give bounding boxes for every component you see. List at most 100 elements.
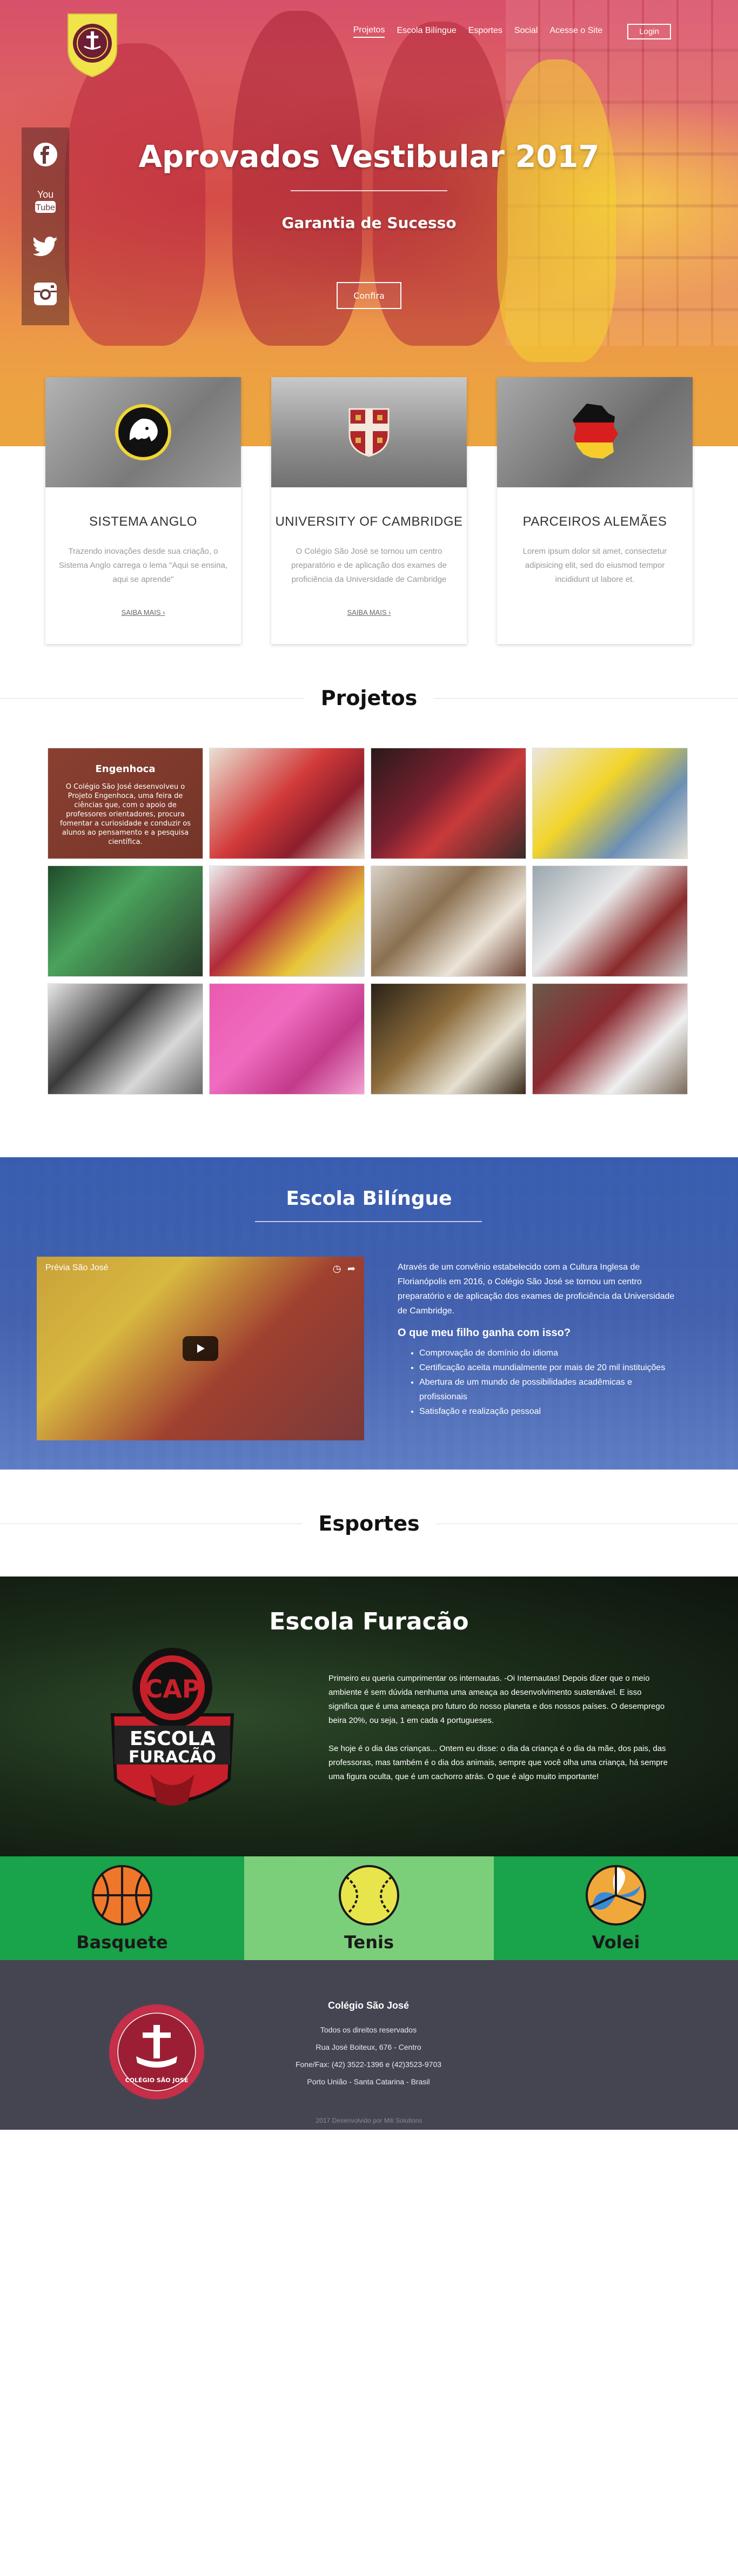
hero-subtitle: Garantia de Sucesso: [281, 214, 457, 232]
project-title: Engenhoca: [95, 763, 156, 775]
youtube-icon[interactable]: You Tube: [31, 186, 59, 216]
footer-school-name: Colégio São José: [327, 2000, 410, 2011]
list-item: Comprovação de domínio do idioma: [419, 1346, 679, 1360]
clock-icon[interactable]: ◷: [333, 1263, 341, 1274]
list-item: Certificação aceita mundialmente por mai…: [419, 1360, 679, 1375]
esportes-heading: Esportes: [0, 1507, 738, 1540]
project-tile[interactable]: [209, 866, 365, 977]
project-tile[interactable]: [209, 748, 365, 859]
sport-name: Volei: [592, 1932, 640, 1953]
cambridge-shield-icon: [348, 408, 390, 457]
card-sistema-anglo: SISTEMA ANGLO Trazendo inovações desde s…: [45, 377, 241, 644]
nav-item-esportes[interactable]: Esportes: [468, 26, 502, 37]
project-tile[interactable]: [209, 983, 365, 1095]
section-title: Escola Bilíngue: [286, 1188, 452, 1210]
sport-volei[interactable]: Volei: [494, 1856, 738, 1960]
bilingue-text: Através de um convênio estabelecido com …: [398, 1260, 679, 1419]
escola-furacao-section: Escola Furacão CAP ESCOLA FURACÃO Primei…: [0, 1577, 738, 1856]
card-image: [271, 377, 467, 487]
saiba-mais-link[interactable]: SAIBA MAIS ›: [122, 608, 165, 616]
nav-item-acesse-o-site[interactable]: Acesse o Site: [549, 26, 602, 37]
footer-city: Porto União - Santa Catarina - Brasil: [307, 2077, 430, 2086]
instagram-icon[interactable]: [31, 279, 59, 309]
sport-name: Tenis: [344, 1932, 394, 1953]
card-text: O Colégio São José se tornou um centro p…: [291, 547, 447, 584]
footer-logo-icon[interactable]: COLÉGIO SÃO JOSÉ: [108, 2003, 205, 2101]
card-parceiros-alemaes: PARCEIROS ALEMÃES Lorem ipsum dolor sit …: [497, 377, 693, 644]
furacao-badge-icon: CAP ESCOLA FURACÃO: [110, 1648, 234, 1806]
projetos-heading: Projetos: [0, 682, 738, 714]
project-tile[interactable]: [371, 748, 526, 859]
list-item: Satisfação e realização pessoal: [419, 1404, 679, 1419]
project-tile-engenhoca[interactable]: Engenhoca O Colégio São José desenvolveu…: [48, 748, 203, 859]
project-tile[interactable]: [371, 866, 526, 977]
benefits-list: Comprovação de domínio do idioma Certifi…: [398, 1346, 679, 1419]
twitter-icon[interactable]: [31, 232, 59, 263]
project-caption: Engenhoca O Colégio São José desenvolveu…: [48, 748, 203, 858]
hero-student-figure: [65, 43, 205, 346]
card-image: [497, 377, 693, 487]
svg-text:FURACÃO: FURACÃO: [129, 1747, 216, 1767]
card-title: SISTEMA ANGLO: [89, 514, 197, 529]
furacao-paragraph: Se hoje é o dia das crianças... Ontem eu…: [328, 1744, 668, 1781]
list-item: Abertura de um mundo de possibilidades a…: [419, 1375, 679, 1404]
sports-row: Basquete Tenis Volei: [0, 1856, 738, 1960]
svg-text:CAP: CAP: [144, 1674, 200, 1703]
hero-student-figure: [497, 59, 616, 362]
share-icon[interactable]: ➦: [347, 1263, 355, 1274]
svg-text:Tube: Tube: [36, 203, 55, 212]
video-controls: ◷ ➦: [333, 1263, 355, 1274]
furacao-title: Escola Furacão: [269, 1608, 469, 1635]
feature-cards: SISTEMA ANGLO Trazendo inovações desde s…: [0, 377, 738, 644]
sport-name: Basquete: [76, 1932, 168, 1953]
confira-button[interactable]: Confira: [337, 282, 401, 309]
project-tile[interactable]: [48, 866, 203, 977]
title-underline: [255, 1221, 482, 1222]
furacao-paragraph: Primeiro eu queria cumprimentar os inter…: [328, 1674, 665, 1725]
login-button[interactable]: Login: [627, 24, 671, 39]
footer-phone: Fone/Fax: (42) 3522-1396 e (42)3523-9703: [295, 2060, 442, 2069]
nav-item-escola-bilingue[interactable]: Escola Bilíngue: [397, 26, 456, 37]
nav-item-social[interactable]: Social: [514, 26, 538, 37]
saiba-mais-link[interactable]: SAIBA MAIS ›: [347, 608, 391, 616]
project-tile[interactable]: [532, 983, 688, 1095]
hero-title: Aprovados Vestibular 2017: [138, 139, 600, 175]
play-button[interactable]: [183, 1336, 218, 1361]
card-title: PARCEIROS ALEMÃES: [522, 514, 667, 529]
footer-copyright: 2017 Desenvolvido por Mili Solutions: [316, 2117, 422, 2124]
card-text: Lorem ipsum dolor sit amet, consectetur …: [522, 547, 667, 584]
hero-divider: [291, 190, 447, 191]
video-player[interactable]: Prévia São José ◷ ➦: [37, 1257, 364, 1440]
project-tile[interactable]: [371, 983, 526, 1095]
project-tile[interactable]: [532, 748, 688, 859]
sport-tenis[interactable]: Tenis: [244, 1856, 494, 1960]
project-tile[interactable]: [532, 866, 688, 977]
projects-gallery: Engenhoca O Colégio São José desenvolveu…: [48, 748, 690, 1095]
svg-text:You: You: [37, 189, 53, 200]
footer: COLÉGIO SÃO JOSÉ Colégio São José Todos …: [0, 1960, 738, 2130]
tennis-ball-icon: [339, 1865, 399, 1926]
lion-emblem-icon: [115, 404, 171, 460]
footer-info: Colégio São José Todos os direitos reser…: [270, 2000, 467, 2090]
bilingue-paragraph: Através de um convênio estabelecido com …: [398, 1263, 675, 1316]
volleyball-icon: [586, 1865, 646, 1926]
card-image: [45, 377, 241, 487]
project-description: O Colégio São José desenvolveu o Projeto…: [60, 783, 191, 846]
bilingue-question: O que meu filho ganha com isso?: [398, 1327, 571, 1339]
video-title: Prévia São José: [45, 1263, 109, 1272]
section-title: Esportes: [302, 1507, 436, 1540]
bilingue-section: Escola Bilíngue Prévia São José ◷ ➦ Atra…: [0, 1157, 738, 1470]
footer-address: Rua José Boiteux, 676 - Centro: [316, 2043, 421, 2051]
nav-item-projetos[interactable]: Projetos: [353, 25, 385, 38]
card-text: Trazendo inovações desde sua criação, o …: [58, 547, 228, 584]
basketball-icon: [92, 1865, 152, 1926]
school-logo-icon[interactable]: [65, 12, 120, 79]
svg-text:COLÉGIO SÃO JOSÉ: COLÉGIO SÃO JOSÉ: [125, 2077, 189, 2084]
project-tile[interactable]: [48, 983, 203, 1095]
play-icon: [197, 1344, 205, 1353]
card-university-of-cambridge: UNIVERSITY OF CAMBRIDGE O Colégio São Jo…: [271, 377, 467, 644]
sport-basquete[interactable]: Basquete: [0, 1856, 244, 1960]
furacao-text: Primeiro eu queria cumprimentar os inter…: [328, 1672, 672, 1784]
card-title: UNIVERSITY OF CAMBRIDGE: [275, 514, 463, 529]
german-map-icon: [573, 404, 618, 459]
